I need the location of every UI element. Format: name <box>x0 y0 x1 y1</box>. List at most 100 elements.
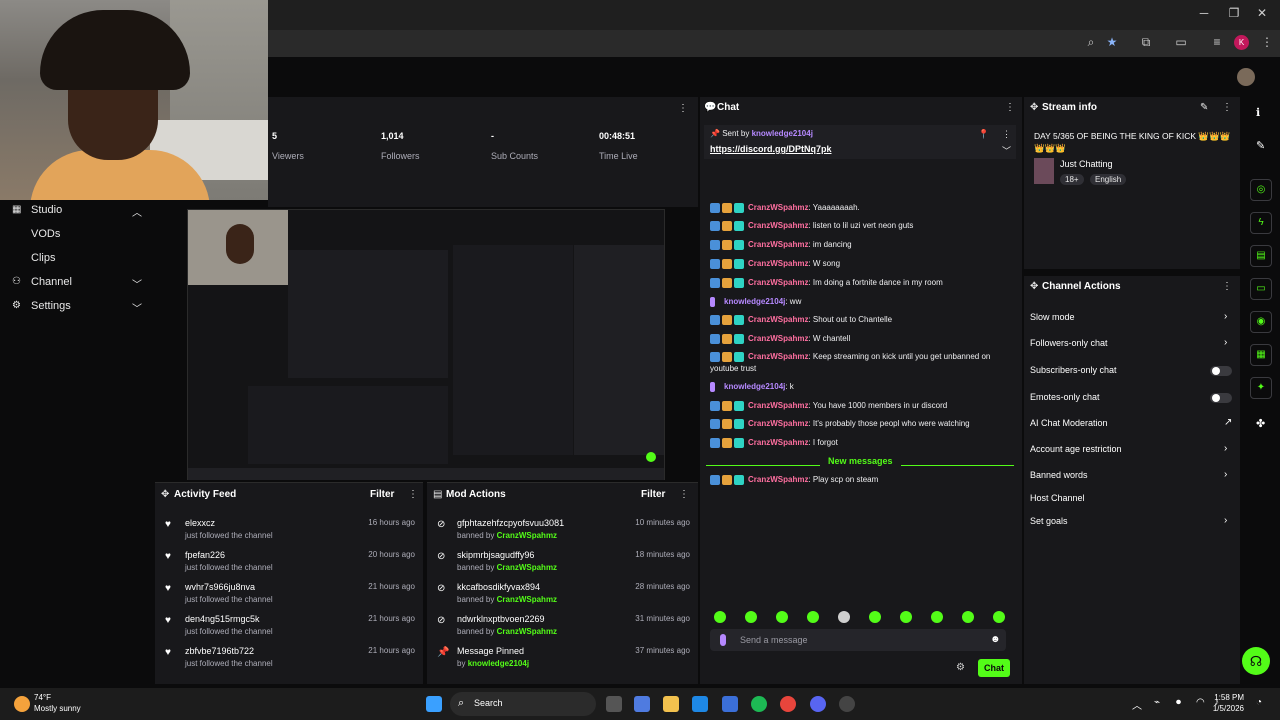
chevron-down-icon[interactable]: ﹀ <box>132 300 142 315</box>
minimize-icon[interactable]: ─ <box>1194 6 1214 20</box>
pinned-user[interactable]: knowledge2104j <box>752 129 813 138</box>
profile-avatar[interactable]: K <box>1234 35 1249 50</box>
chat-icon[interactable]: ▭ <box>1250 278 1272 300</box>
split-view-icon[interactable]: ▭ <box>1172 35 1190 51</box>
file-explorer-icon[interactable] <box>663 696 679 712</box>
chat-username[interactable]: CranzWSpahmz <box>748 259 808 268</box>
host-channel-item[interactable]: Host Channel <box>1030 493 1085 503</box>
clock-date[interactable]: 1/5/2026 <box>1204 704 1244 713</box>
mod-user[interactable]: CranzWSpahmz <box>497 595 557 604</box>
chat-username[interactable]: knowledge2104j <box>724 382 785 391</box>
banned-user[interactable]: kkcafbosdikfyvax894 <box>457 582 540 592</box>
chat-username[interactable]: knowledge2104j <box>724 297 785 306</box>
kebab-menu-icon[interactable]: ⋮ <box>408 489 418 500</box>
subscribers-only-toggle[interactable] <box>1210 366 1232 376</box>
kebab-menu-icon[interactable]: ⋮ <box>1005 102 1015 113</box>
chevron-right-icon[interactable]: › <box>1224 469 1227 480</box>
chat-username[interactable]: CranzWSpahmz <box>748 438 808 447</box>
layout-icon[interactable]: ▦ <box>1250 344 1272 366</box>
category-name[interactable]: Just Chatting <box>1060 159 1113 169</box>
network-icon[interactable]: ⌁ <box>1154 697 1160 708</box>
copilot-icon[interactable] <box>634 696 650 712</box>
discord-icon[interactable] <box>810 696 826 712</box>
address-bar[interactable] <box>268 33 1278 53</box>
lightning-icon[interactable]: ϟ <box>1250 212 1272 234</box>
puzzle-icon[interactable]: ✤ <box>1256 417 1265 430</box>
chat-username[interactable]: CranzWSpahmz <box>748 352 808 361</box>
send-chat-button[interactable]: Chat <box>978 659 1010 677</box>
document-icon[interactable]: ▤ <box>1250 245 1272 267</box>
chat-username[interactable]: CranzWSpahmz <box>748 240 808 249</box>
drag-handle-icon[interactable]: ✥ <box>161 489 169 500</box>
zoom-icon[interactable]: ⌕ <box>1082 35 1100 51</box>
chat-username[interactable]: CranzWSpahmz <box>748 401 808 410</box>
emote-icon[interactable] <box>714 611 726 623</box>
category-thumbnail[interactable] <box>1034 158 1054 184</box>
windows-start-icon[interactable] <box>426 696 442 712</box>
follower-name[interactable]: den4ng515rmgc5k <box>185 614 260 624</box>
task-view-icon[interactable] <box>606 696 622 712</box>
emote-icon[interactable] <box>807 611 819 623</box>
extensions-icon[interactable]: ⧉ <box>1137 35 1155 51</box>
chat-username[interactable]: CranzWSpahmz <box>748 419 808 428</box>
chevron-right-icon[interactable]: › <box>1224 515 1227 526</box>
help-icon[interactable]: ☊ <box>1242 647 1270 675</box>
activity-filter-button[interactable]: Filter <box>370 489 394 500</box>
chevron-down-icon[interactable]: ﹀ <box>132 276 142 291</box>
drag-handle-icon[interactable]: ▤ <box>433 489 442 500</box>
external-link-icon[interactable]: ↗ <box>1224 417 1232 428</box>
set-goals-item[interactable]: Set goals <box>1030 516 1068 526</box>
wrench-icon[interactable]: ✦ <box>1250 377 1272 399</box>
chevron-right-icon[interactable]: › <box>1224 443 1227 454</box>
drag-handle-icon[interactable]: ✥ <box>1030 102 1038 113</box>
chat-username[interactable]: CranzWSpahmz <box>748 475 808 484</box>
mod-user[interactable]: CranzWSpahmz <box>497 563 557 572</box>
chevron-up-icon[interactable]: ︿ <box>1132 697 1142 712</box>
edit-icon[interactable]: ✎ <box>1200 102 1208 113</box>
kebab-menu-icon[interactable]: ⋮ <box>1222 102 1232 113</box>
restore-icon[interactable]: ❐ <box>1224 6 1244 20</box>
kebab-menu-icon[interactable]: ⋮ <box>1002 129 1011 140</box>
mic-icon[interactable]: ⏺ <box>1176 697 1181 708</box>
emoji-icon[interactable]: ☻ <box>990 634 1001 645</box>
mod-user[interactable]: CranzWSpahmz <box>497 627 557 636</box>
chevron-right-icon[interactable]: › <box>1224 337 1227 348</box>
emote-icon[interactable] <box>931 611 943 623</box>
ai-moderation-item[interactable]: AI Chat Moderation <box>1030 418 1108 428</box>
emote-icon[interactable] <box>745 611 757 623</box>
emote-icon[interactable] <box>993 611 1005 623</box>
bookmark-star-icon[interactable]: ★ <box>1103 35 1121 51</box>
banned-user[interactable]: gfphtazehfzcpyofsvuu3081 <box>457 518 564 528</box>
sidebar-item-studio[interactable]: Studio <box>31 204 62 216</box>
weather-icon[interactable] <box>14 696 30 712</box>
user-avatar[interactable] <box>1237 68 1255 86</box>
emote-icon[interactable] <box>869 611 881 623</box>
sidebar-item-channel[interactable]: Channel <box>31 276 72 288</box>
stream-preview[interactable] <box>155 207 698 482</box>
chevron-right-icon[interactable]: › <box>1224 311 1227 322</box>
account-age-item[interactable]: Account age restriction <box>1030 444 1122 454</box>
emote-icon[interactable] <box>776 611 788 623</box>
chevron-up-icon[interactable]: ︿ <box>132 204 142 219</box>
drag-handle-icon[interactable]: ✥ <box>1030 281 1038 292</box>
sidebar-item-vods[interactable]: VODs <box>31 228 60 240</box>
camera-icon[interactable]: ◎ <box>1250 179 1272 201</box>
pinned-message[interactable]: 📌 Sent by knowledge2104j https://discord… <box>704 125 1016 159</box>
kebab-menu-icon[interactable]: ⋮ <box>679 489 689 500</box>
chat-username[interactable]: CranzWSpahmz <box>748 221 808 230</box>
broadcast-icon[interactable]: ◉ <box>1250 311 1272 333</box>
banned-user[interactable]: skipmrbjsagudffy96 <box>457 550 534 560</box>
notifications-icon[interactable]: ◔ <box>1256 697 1262 708</box>
chat-input[interactable]: Send a message ☻ <box>710 629 1006 651</box>
sidebar-item-clips[interactable]: Clips <box>31 252 55 264</box>
chat-username[interactable]: CranzWSpahmz <box>748 334 808 343</box>
follower-name[interactable]: elexxcz <box>185 518 215 528</box>
media-icon[interactable]: ≡ <box>1208 35 1226 51</box>
taskbar-search[interactable]: ⌕ Search <box>450 692 596 716</box>
spotify-icon[interactable] <box>751 696 767 712</box>
store-icon[interactable] <box>722 696 738 712</box>
followers-only-item[interactable]: Followers-only chat <box>1030 338 1108 348</box>
pinned-link[interactable]: https://discord.gg/DPtNq7pk <box>710 144 832 154</box>
chat-username[interactable]: CranzWSpahmz <box>748 315 808 324</box>
pin-event[interactable]: Message Pinned <box>457 646 524 656</box>
